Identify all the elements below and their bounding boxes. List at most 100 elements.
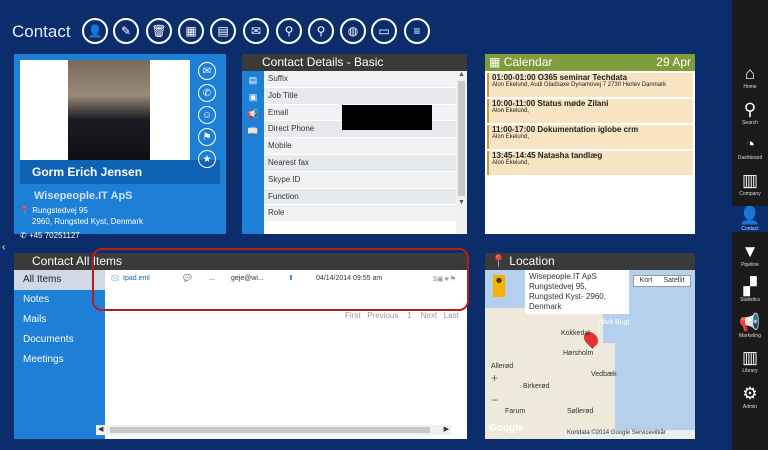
- nav-item[interactable]: Mails: [14, 310, 105, 330]
- map-land-2: [575, 343, 615, 439]
- calendar-event[interactable]: 10:00-11:00 Status møde Zilani Alon Ekelu…: [487, 99, 693, 123]
- pager-last[interactable]: Last: [444, 311, 459, 320]
- event-detail: Alon Ekelund,: [492, 160, 530, 166]
- megaphone-icon[interactable]: 📢: [242, 109, 264, 120]
- place-farum: Farum: [505, 408, 526, 415]
- sidebar-item-home[interactable]: ⌂ Home: [732, 64, 768, 90]
- profile-card: Gorm Erich Jensen ✉ ✆ ☺ ⚑ ★ Wisepeople.I…: [14, 54, 226, 240]
- star-icon[interactable]: ★: [198, 150, 216, 168]
- sidebar-item-library[interactable]: ▥ Library: [732, 348, 768, 374]
- address-line2: 2960, Rungsted Kyst, Denmark: [32, 217, 144, 226]
- globe-icon[interactable]: ◍: [340, 18, 366, 44]
- field-row[interactable]: Job Title: [264, 87, 456, 105]
- edit-contact-icon[interactable]: ✎: [113, 18, 139, 44]
- pager-previous[interactable]: Previous: [367, 311, 398, 320]
- sidebar-item-company[interactable]: ▥ Company: [732, 171, 768, 197]
- list-icon[interactable]: ▤: [242, 75, 264, 86]
- map-type-toggle[interactable]: Kort Satellit: [633, 275, 691, 287]
- place-birkerod: Birkerød: [523, 383, 550, 390]
- details-field-list: Suffix Job Title Email Direct Phone Mobile Ne…: [264, 71, 456, 223]
- map-button[interactable]: Kort: [640, 276, 653, 286]
- scroll-down-icon[interactable]: ▼: [456, 199, 467, 206]
- place-kokkedal: Kokkedal: [561, 330, 590, 337]
- field-row[interactable]: Role: [264, 205, 456, 223]
- phone-small-icon: ✆: [20, 231, 27, 240]
- event-list: 01:00-01:00 O365 seminar Techdata Alon Ek…: [485, 73, 695, 175]
- pager-next[interactable]: Next: [421, 311, 437, 320]
- contact-icon: 👤: [739, 206, 761, 225]
- document-icon[interactable]: ▤: [210, 18, 236, 44]
- address-block: 📍 Rungstedvej 95 2960, Rungsted Kyst, De…: [20, 205, 143, 241]
- company-link[interactable]: Wisepeople.IT ApS: [34, 190, 133, 202]
- calendar-event[interactable]: 11:00-17:00 Dokumentation iglobe crm Alon…: [487, 125, 693, 149]
- filter-icon[interactable]: ≡: [404, 18, 430, 44]
- profile-photo: [20, 60, 190, 160]
- pager-page[interactable]: 1: [407, 311, 411, 320]
- zoom-out-icon[interactable]: −: [491, 389, 507, 411]
- scroll-left-icon[interactable]: ◀: [98, 425, 103, 433]
- zoom-in-icon[interactable]: +: [491, 367, 507, 389]
- people-icon[interactable]: ☺: [198, 106, 216, 124]
- search-icon: ⚲: [743, 99, 757, 119]
- contact-name: Gorm Erich Jensen: [32, 165, 143, 179]
- add-contact-icon[interactable]: 👤: [82, 18, 108, 44]
- delete-icon[interactable]: 🗑: [146, 18, 172, 44]
- calendar-panel: ▦ Calendar 29 Apr 01:00-01:00 O365 semina…: [485, 54, 695, 234]
- contact-card-icon[interactable]: ▣: [242, 92, 264, 103]
- calendar-date: 29 Apr: [656, 55, 691, 69]
- scroll-right-icon[interactable]: ▶: [444, 425, 449, 433]
- details-scrollbar[interactable]: ▲ ▼: [456, 71, 467, 234]
- field-row[interactable]: Mobile: [264, 138, 456, 155]
- place-sollerod: Søllerød: [567, 408, 594, 415]
- pegman-icon[interactable]: ☻: [493, 275, 505, 297]
- nav-item[interactable]: Meetings: [14, 350, 105, 370]
- calendar-title: ▦ Calendar: [489, 55, 553, 69]
- sidebar-label: Admin: [742, 403, 758, 410]
- scroll-up-icon[interactable]: ▲: [456, 71, 467, 78]
- field-row[interactable]: Function: [264, 188, 456, 206]
- calendar-event[interactable]: 01:00-01:00 O365 seminar Techdata Alon Ek…: [487, 73, 693, 97]
- location-title: 📍 Location: [485, 253, 695, 270]
- event-time: 01:00-01:00 O365 seminar Techdata: [492, 73, 628, 82]
- dashboard-icon: ◔: [744, 135, 756, 154]
- sidebar-label: Marketing: [739, 332, 761, 339]
- flag-icon[interactable]: ⚑: [198, 128, 216, 146]
- redacted-email: [342, 105, 432, 130]
- pager-first[interactable]: First: [345, 311, 361, 320]
- sidebar-item-dashboard[interactable]: ◔ Dashboard: [732, 135, 768, 161]
- event-detail: Alon Ekelund,: [492, 134, 530, 140]
- sidebar-item-pipeline[interactable]: ▼ Pipeline: [732, 242, 768, 268]
- card-icon[interactable]: ▭: [371, 18, 397, 44]
- admin-icon: ⚙: [742, 383, 758, 403]
- phone-icon[interactable]: ✆: [198, 84, 216, 102]
- calendar-icon[interactable]: ▦: [178, 18, 204, 44]
- home-icon: ⌂: [744, 64, 756, 83]
- items-hscrollbar[interactable]: ◀ ▶: [96, 425, 451, 435]
- nav-item[interactable]: Documents: [14, 330, 105, 350]
- sidebar-item-marketing[interactable]: 📢 Marketing: [732, 313, 768, 339]
- calendar-event[interactable]: 13:45-14:45 Natasha tandlæg Alon Ekelund,: [487, 151, 693, 175]
- sidebar-item-statistics[interactable]: ▞ Statistics: [732, 277, 768, 303]
- sidebar-item-admin[interactable]: ⚙ Admin: [732, 384, 768, 410]
- sidebar-label: Dashboard: [737, 155, 763, 161]
- link-icon[interactable]: ⚲: [276, 18, 302, 44]
- place-vedbaek: Vedbæk: [591, 371, 617, 378]
- mail-icon[interactable]: ✉: [243, 18, 269, 44]
- sidebar-item-search[interactable]: ⚲ Search: [732, 100, 768, 126]
- field-row[interactable]: Suffix: [264, 71, 456, 88]
- field-row[interactable]: Skype ID: [264, 171, 456, 189]
- sidebar-item-contact[interactable]: 👤 Contact: [732, 206, 768, 232]
- event-time: 10:00-11:00 Status møde Zilani: [492, 99, 609, 108]
- sidebar-label: Contact: [741, 226, 759, 232]
- email-icon[interactable]: ✉: [198, 62, 216, 80]
- popup-line1: Wisepeople.IT ApS: [529, 272, 597, 281]
- unlink-icon[interactable]: ⚲: [308, 18, 334, 44]
- field-row[interactable]: Nearest fax: [264, 154, 456, 172]
- pipeline-icon: ▼: [741, 241, 759, 261]
- location-icon: 📍: [491, 254, 506, 268]
- satellite-button[interactable]: Satellit: [663, 276, 684, 286]
- phone-number[interactable]: +45 70251127: [29, 231, 80, 240]
- collapse-arrow-icon[interactable]: ‹: [2, 242, 5, 253]
- book-icon[interactable]: 📖: [242, 126, 264, 137]
- calendar-small-icon: ▦: [489, 55, 501, 69]
